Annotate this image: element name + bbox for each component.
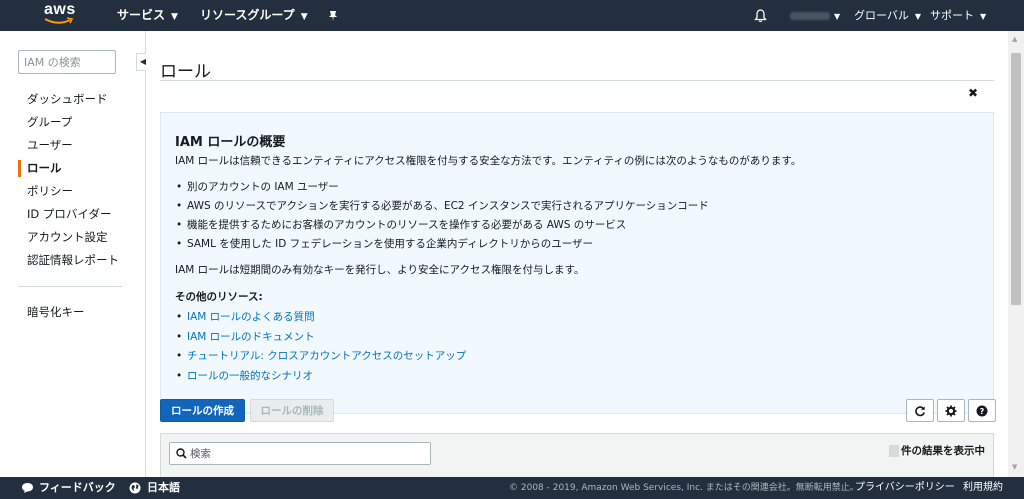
page-scrollbar[interactable]: ▲ ▼ xyxy=(1008,31,1024,477)
list-item: IAM ロールのドキュメント xyxy=(175,328,975,348)
list-item: チュートリアル: クロスアカウントアクセスのセットアップ xyxy=(175,347,975,367)
globe-icon xyxy=(129,482,141,494)
gear-icon xyxy=(945,405,957,416)
create-role-button[interactable]: ロールの作成 xyxy=(160,399,245,422)
link-common-scenarios[interactable]: ロールの一般的なシナリオ xyxy=(187,370,313,382)
bell-icon-graphic xyxy=(754,9,767,23)
list-item: 機能を提供するためにお客様のアカウントのリソースを操作する必要がある AWS の… xyxy=(175,216,975,235)
link-cross-account-tutorial[interactable]: チュートリアル: クロスアカウントアクセスのセットアップ xyxy=(187,350,466,362)
chevron-down-icon: ▼ xyxy=(171,12,178,22)
resource-groups-menu[interactable]: リソースグループ ▼ xyxy=(200,0,308,31)
list-item: 別のアカウントの IAM ユーザー xyxy=(175,178,975,197)
list-item: SAML を使用した ID フェデレーションを使用する企業内ディレクトリからのユ… xyxy=(175,235,975,254)
sidebar-nav: ダッシュボード グループ ユーザー ロール ポリシー ID プロバイダー アカウ… xyxy=(0,88,146,272)
scroll-down-icon[interactable]: ▼ xyxy=(1012,463,1017,471)
main-content: ロール IAM ロールの概要 IAM ロールは信頼できるエンティティにアクセス権… xyxy=(146,31,1008,477)
aws-logo-text: aws xyxy=(44,1,76,18)
roles-search-input[interactable] xyxy=(190,445,426,462)
sidebar-item-account-settings[interactable]: アカウント設定 xyxy=(0,226,146,249)
info-panel-description: IAM ロールは信頼できるエンティティにアクセス権限を付与する安全な方法です。エ… xyxy=(175,155,802,167)
sidebar-item-groups[interactable]: グループ xyxy=(0,111,146,134)
refresh-icon xyxy=(915,405,925,416)
help-icon: ? xyxy=(976,405,988,416)
sidebar-item-policies[interactable]: ポリシー xyxy=(0,180,146,203)
chevron-down-icon: ▼ xyxy=(834,12,841,21)
title-divider xyxy=(160,80,994,81)
page-title: ロール xyxy=(160,62,211,82)
info-panel-note: IAM ロールは短期間のみ有効なキーを発行し、より安全にアクセス権限を付与します… xyxy=(175,264,585,276)
resource-links-list: IAM ロールのよくある質問 IAM ロールのドキュメント チュートリアル: ク… xyxy=(175,308,975,386)
scroll-up-icon[interactable]: ▲ xyxy=(1012,35,1017,43)
footer-bar: フィードバック 日本語 © 2008 - 2019, Amazon Web Se… xyxy=(0,477,1024,499)
chat-bubble-icon xyxy=(22,483,33,493)
chevron-down-icon: ▼ xyxy=(980,12,987,21)
help-button[interactable]: ? xyxy=(968,399,996,422)
pin-icon[interactable] xyxy=(327,0,339,31)
feedback-label: フィードバック xyxy=(39,481,116,494)
sidebar-divider xyxy=(18,286,122,287)
link-roles-faq[interactable]: IAM ロールのよくある質問 xyxy=(187,311,315,323)
result-count: 件の結果を表示中 xyxy=(889,443,985,458)
copyright-text: © 2008 - 2019, Amazon Web Services, Inc.… xyxy=(509,483,859,493)
info-panel-content: IAM ロールの概要 IAM ロールは信頼できるエンティティにアクセス権限を付与… xyxy=(175,131,975,386)
sidebar-item-roles[interactable]: ロール xyxy=(0,157,146,180)
info-panel-title: IAM ロールの概要 xyxy=(175,135,286,150)
resource-groups-label: リソースグループ xyxy=(200,8,295,22)
svg-text:?: ? xyxy=(980,407,985,416)
region-label: グローバル xyxy=(854,9,909,22)
aws-logo[interactable]: aws xyxy=(44,1,78,27)
result-count-label: 件の結果を表示中 xyxy=(901,445,985,457)
delete-role-button: ロールの削除 xyxy=(250,399,334,422)
sidebar: ダッシュボード グループ ユーザー ロール ポリシー ID プロバイダー アカウ… xyxy=(0,31,146,477)
iam-roles-info-panel: IAM ロールの概要 IAM ロールは信頼できるエンティティにアクセス権限を付与… xyxy=(160,112,994,414)
additional-resources-heading: その他のリソース: xyxy=(175,291,263,303)
services-label: サービス xyxy=(117,8,166,22)
services-menu[interactable]: サービス ▼ xyxy=(117,0,178,31)
sidebar-item-credential-report[interactable]: 認証情報レポート xyxy=(0,249,146,272)
link-roles-documentation[interactable]: IAM ロールのドキュメント xyxy=(187,331,315,343)
scrollbar-thumb[interactable] xyxy=(1011,53,1021,305)
iam-search-input[interactable] xyxy=(18,50,116,74)
pin-icon-graphic xyxy=(329,10,337,21)
language-label: 日本語 xyxy=(147,481,180,494)
account-menu[interactable]: ▼ xyxy=(790,0,840,31)
sidebar-item-identity-providers[interactable]: ID プロバイダー xyxy=(0,203,146,226)
roles-table-toolbar: 件の結果を表示中 xyxy=(160,433,994,477)
sidebar-extra: 暗号化キー xyxy=(0,301,146,324)
list-item: IAM ロールのよくある質問 xyxy=(175,308,975,328)
account-name-redacted xyxy=(790,12,830,20)
feedback-link[interactable]: フィードバック xyxy=(21,477,116,499)
chevron-down-icon: ▼ xyxy=(300,12,308,22)
result-count-redacted xyxy=(889,445,899,457)
list-item: AWS のリソースでアクションを実行する必要がある、EC2 インスタンスで実行さ… xyxy=(175,197,975,216)
list-item: ロールの一般的なシナリオ xyxy=(175,367,975,387)
support-menu[interactable]: サポート ▼ xyxy=(930,0,986,31)
sidebar-item-encryption-keys[interactable]: 暗号化キー xyxy=(0,301,146,324)
chevron-down-icon: ▼ xyxy=(914,12,922,21)
sidebar-item-users[interactable]: ユーザー xyxy=(0,134,146,157)
search-icon xyxy=(176,448,187,459)
language-selector[interactable]: 日本語 xyxy=(129,477,180,499)
terms-of-use-link[interactable]: 利用規約 xyxy=(963,477,1003,499)
top-navigation-bar: aws サービス ▼ リソースグループ ▼ ▼ グローバル ▼ サポート ▼ xyxy=(0,0,1024,31)
refresh-button[interactable] xyxy=(906,399,934,422)
entity-examples-list: 別のアカウントの IAM ユーザー AWS のリソースでアクションを実行する必要… xyxy=(175,178,975,254)
bell-icon[interactable] xyxy=(754,0,767,31)
region-menu[interactable]: グローバル ▼ xyxy=(854,0,921,31)
roles-search-box xyxy=(169,442,431,465)
aws-smile-icon xyxy=(44,17,74,24)
close-icon[interactable]: ✖ xyxy=(968,86,978,100)
support-label: サポート xyxy=(930,9,974,22)
privacy-policy-link[interactable]: プライバシーポリシー xyxy=(855,477,955,499)
settings-button[interactable] xyxy=(937,399,965,422)
sidebar-item-dashboard[interactable]: ダッシュボード xyxy=(0,88,146,111)
